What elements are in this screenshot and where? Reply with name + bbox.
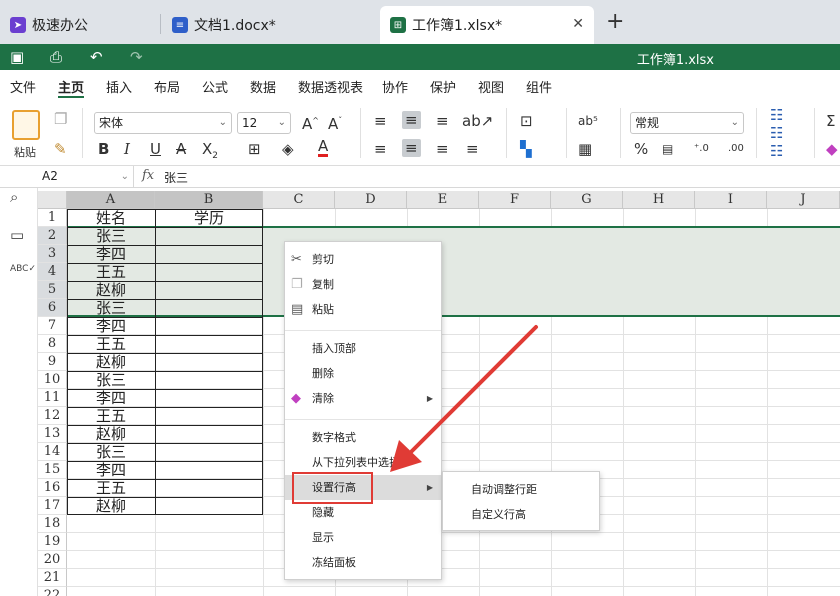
annotation-arrow bbox=[390, 325, 538, 472]
